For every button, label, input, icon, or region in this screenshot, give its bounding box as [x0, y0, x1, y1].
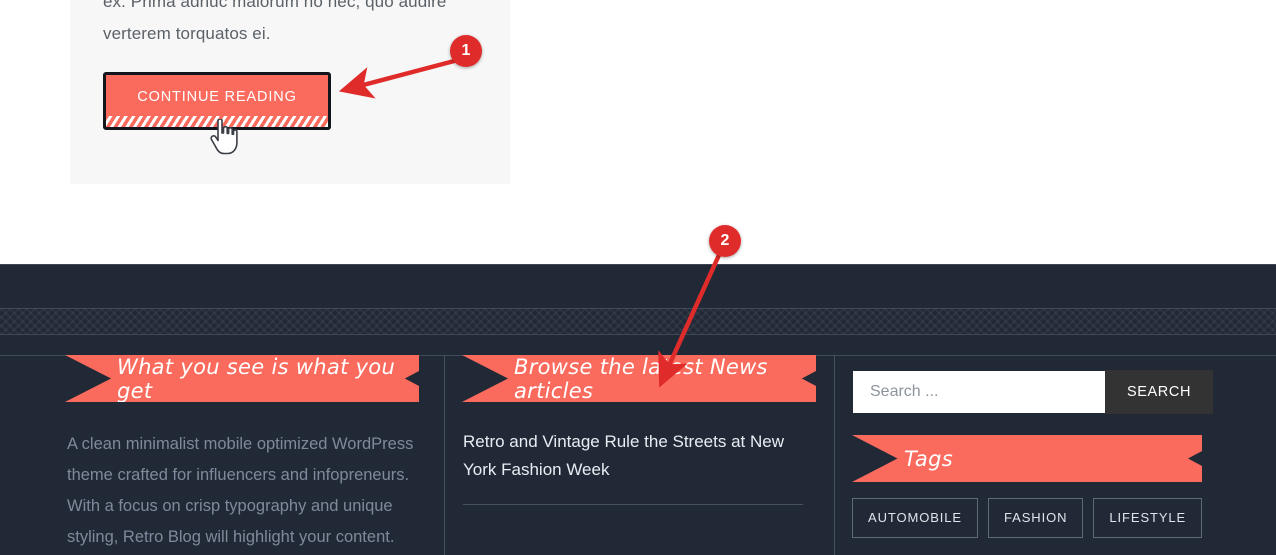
- annotation-badge-1: 1: [450, 35, 482, 67]
- footer-column-news: Browse the latest News articles Retro an…: [444, 355, 834, 555]
- footer-column-about: What you see is what you get A clean min…: [0, 355, 444, 555]
- tag-item[interactable]: FASHION: [988, 498, 1084, 538]
- news-widget-ribbon: Browse the latest News articles: [462, 355, 816, 402]
- news-post-divider: [463, 504, 803, 505]
- news-widget-title: Browse the latest News articles: [514, 354, 768, 403]
- footer-divider-top: [0, 264, 1276, 265]
- page-root: ex. Prima adhuc malorum no nec, quo audi…: [0, 0, 1276, 555]
- search-form: SEARCH: [853, 370, 1213, 414]
- site-footer: What you see is what you get A clean min…: [0, 264, 1276, 555]
- news-post-link[interactable]: Retro and Vintage Rule the Streets at Ne…: [463, 428, 803, 484]
- search-button[interactable]: SEARCH: [1105, 370, 1213, 414]
- about-widget-ribbon: What you see is what you get: [65, 355, 419, 402]
- tags-widget-ribbon: Tags: [852, 435, 1202, 482]
- search-input[interactable]: [853, 371, 1105, 413]
- footer-divider-band-top: [0, 308, 1276, 309]
- article-body-text: ex. Prima adhuc malorum no nec, quo audi…: [103, 0, 447, 43]
- about-widget-text: A clean minimalist mobile optimized Word…: [67, 435, 414, 546]
- continue-reading-label: CONTINUE READING: [137, 88, 297, 105]
- pointing-hand-cursor: [210, 119, 238, 155]
- footer-column-search-tags: SEARCH Tags AUTOMOBILE FASHION LIFESTYLE: [834, 355, 1276, 555]
- tags-widget-title: Tags: [904, 446, 953, 471]
- tag-item[interactable]: AUTOMOBILE: [852, 498, 979, 538]
- tag-item[interactable]: LIFESTYLE: [1093, 498, 1203, 538]
- annotation-badge-2: 2: [709, 225, 741, 257]
- tags-list: AUTOMOBILE FASHION LIFESTYLE: [852, 498, 1276, 538]
- footer-divider-band-bottom: [0, 334, 1276, 335]
- article-card: ex. Prima adhuc malorum no nec, quo audi…: [70, 0, 510, 184]
- chevron-pattern-band: [0, 309, 1276, 334]
- about-widget-title: What you see is what you get: [117, 354, 396, 403]
